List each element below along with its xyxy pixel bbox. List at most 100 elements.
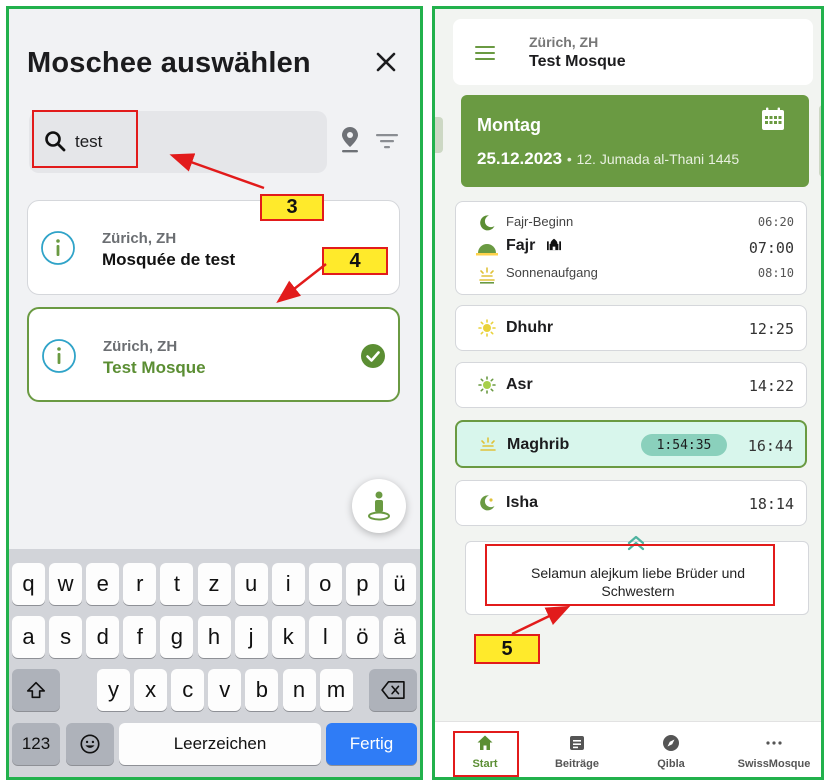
nav-swissmosque[interactable]: SwissMosque [727, 722, 821, 777]
filter-icon[interactable] [375, 131, 399, 151]
sun-icon [479, 267, 495, 284]
news-icon [570, 736, 584, 750]
shift-key[interactable] [12, 669, 60, 711]
done-key[interactable]: Fertig [326, 723, 417, 765]
key-m[interactable]: m [319, 669, 353, 711]
asr-card: Asr 14:22 [455, 362, 807, 408]
key-k[interactable]: k [271, 616, 305, 658]
key-u[interactable]: u [234, 563, 268, 605]
keyboard: qwertzuiopü asdfghjklöä yxcvbnm 123 Leer… [9, 549, 420, 777]
check-icon [361, 344, 385, 368]
sunrise-icon [476, 244, 498, 256]
app-header: Zürich, ZH Test Mosque [453, 19, 813, 85]
info-icon [42, 339, 76, 373]
key-j[interactable]: j [234, 616, 268, 658]
key-e[interactable]: e [86, 563, 120, 605]
key-g[interactable]: g [160, 616, 194, 658]
annotation-tag-4: 4 [322, 247, 388, 275]
numbers-key[interactable]: 123 [12, 723, 60, 765]
isha-card: Isha 18:14 [455, 480, 807, 526]
more-icon [766, 741, 782, 745]
fajr-start-label: Fajr-Beginn [506, 214, 574, 229]
isha-label: Isha [506, 494, 539, 511]
nav-qibla[interactable]: Qibla [631, 722, 711, 777]
mosque-icon [546, 238, 561, 251]
compass-icon [663, 735, 679, 751]
key-o[interactable]: o [308, 563, 342, 605]
key-r[interactable]: r [123, 563, 157, 605]
annotation-box-message [485, 544, 775, 606]
gregorian-date: 25.12.2023 [477, 149, 563, 168]
key-s[interactable]: s [49, 616, 83, 658]
calendar-icon[interactable] [761, 107, 785, 131]
info-icon [41, 231, 75, 265]
annotation-tag-5: 5 [474, 634, 540, 664]
maghrib-time: 16:44 [747, 437, 793, 455]
moon-icon [480, 495, 495, 511]
maghrib-label: Maghrib [507, 436, 570, 453]
annotation-box-search [32, 110, 138, 168]
geolocate-icon [368, 491, 390, 521]
nav-label: Qibla [657, 758, 685, 770]
page-title: Moschee auswählen [27, 47, 311, 79]
moon-icon [480, 215, 495, 231]
fajr-label-row: Fajr [506, 237, 562, 255]
location-pin-icon[interactable] [339, 125, 361, 155]
key-q[interactable]: q [12, 563, 45, 605]
date-line: 25.12.2023 • 12. Jumada al-Thani 1445 [477, 149, 739, 169]
header-mosque: Test Mosque [529, 53, 626, 70]
key-h[interactable]: h [197, 616, 231, 658]
fajr-label: Fajr [506, 237, 536, 254]
key-ö[interactable]: ö [345, 616, 379, 658]
next-day-peek[interactable] [819, 105, 821, 177]
isha-time: 18:14 [748, 495, 794, 513]
asr-label: Asr [506, 376, 533, 393]
annotation-box-start-tab [453, 731, 519, 777]
key-b[interactable]: b [245, 669, 279, 711]
space-key[interactable]: Leerzeichen [119, 723, 321, 765]
mosque-name: Test Mosque [103, 358, 206, 377]
sun-icon [478, 319, 496, 337]
weekday: Montag [477, 115, 541, 135]
key-v[interactable]: v [208, 669, 242, 711]
key-d[interactable]: d [86, 616, 120, 658]
dhuhr-card: Dhuhr 12:25 [455, 305, 807, 351]
date-separator: • [566, 151, 572, 167]
hijri-date: 12. Jumada al-Thani 1445 [576, 151, 740, 167]
fajr-start-time: 06:20 [757, 215, 794, 229]
sunrise-time: 08:10 [757, 266, 794, 280]
key-c[interactable]: c [171, 669, 205, 711]
key-z[interactable]: z [197, 563, 231, 605]
sun-icon [478, 376, 496, 394]
mosque-result-card-selected[interactable]: Zürich, ZH Test Mosque [27, 307, 400, 402]
key-a[interactable]: a [12, 616, 45, 658]
shift-icon [26, 681, 46, 699]
key-f[interactable]: f [123, 616, 157, 658]
key-t[interactable]: t [160, 563, 194, 605]
fajr-card: Fajr-Beginn 06:20 Fajr 07:00 Sonnenaufga… [455, 201, 807, 295]
mosque-city: Zürich, ZH [103, 338, 178, 355]
countdown-badge: 1:54:35 [641, 434, 727, 456]
key-y[interactable]: y [97, 669, 130, 711]
nav-posts[interactable]: Beiträge [537, 722, 617, 777]
key-i[interactable]: i [271, 563, 305, 605]
emoji-key[interactable] [66, 723, 114, 765]
dhuhr-label: Dhuhr [506, 319, 554, 336]
menu-icon[interactable] [475, 46, 495, 60]
nav-label: SwissMosque [737, 758, 811, 770]
backspace-key[interactable] [369, 669, 417, 711]
date-card[interactable]: Montag 25.12.2023 • 12. Jumada al-Thani … [461, 95, 809, 187]
key-ä[interactable]: ä [383, 616, 416, 658]
key-ü[interactable]: ü [383, 563, 416, 605]
key-p[interactable]: p [345, 563, 379, 605]
previous-day-peek[interactable] [435, 117, 443, 153]
sunrise-label: Sonnenaufgang [506, 265, 598, 280]
geolocate-button[interactable] [352, 479, 406, 533]
backspace-icon [381, 681, 405, 699]
key-x[interactable]: x [134, 669, 168, 711]
maghrib-card: Maghrib 1:54:35 16:44 [455, 420, 807, 468]
key-l[interactable]: l [308, 616, 342, 658]
close-icon[interactable] [371, 47, 401, 77]
key-n[interactable]: n [282, 669, 316, 711]
key-w[interactable]: w [49, 563, 83, 605]
